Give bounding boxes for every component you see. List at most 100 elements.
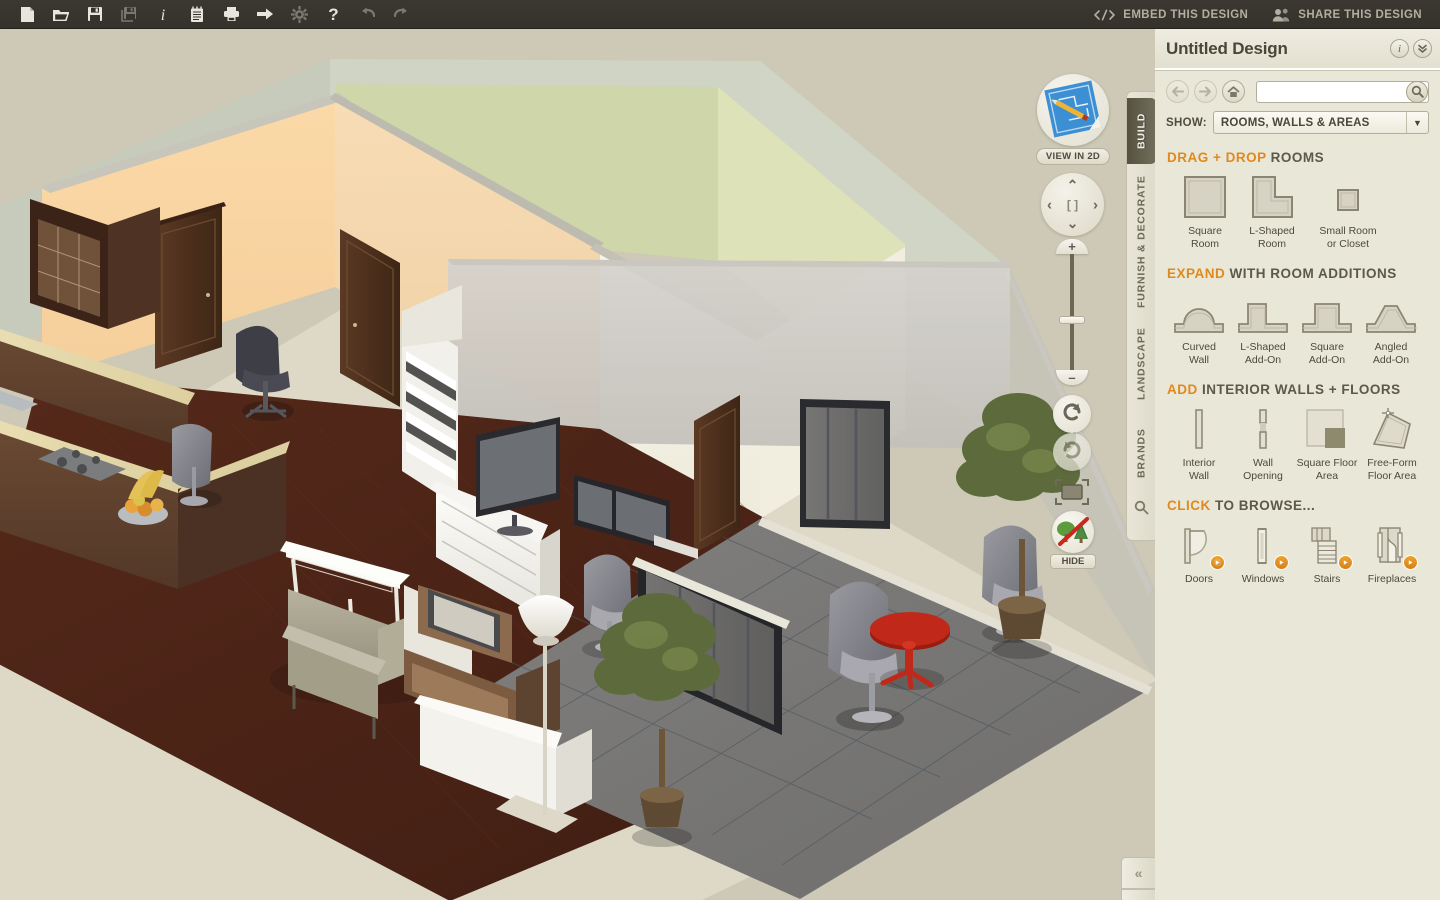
- tile-fireplaces[interactable]: Fireplaces: [1359, 522, 1425, 586]
- show-filter-row: SHOW: ROOMS, WALLS & AREAS ▼: [1166, 111, 1429, 134]
- embed-design-label: EMBED THIS DESIGN: [1123, 8, 1249, 21]
- panel-title: Untitled Design: [1166, 38, 1288, 58]
- top-toolbar: i ? EMBED THIS DESIGN SHARE THIS DESIGN: [0, 0, 1440, 29]
- tab-brands[interactable]: BRANDS: [1127, 416, 1155, 490]
- angled-addon-icon: [1363, 290, 1419, 336]
- code-brackets-icon: [1093, 8, 1116, 21]
- panel-info-button[interactable]: i: [1390, 39, 1409, 58]
- tab-build[interactable]: BUILD: [1127, 98, 1155, 164]
- tile-free-form-floor-area[interactable]: Free-Form Floor Area: [1359, 406, 1425, 482]
- share-people-icon: [1272, 8, 1291, 22]
- info-icon[interactable]: i: [146, 1, 180, 28]
- pan-center-button[interactable]: [ ]: [1067, 198, 1078, 212]
- redo-icon[interactable]: [384, 1, 418, 28]
- doors-browse-badge[interactable]: [1210, 555, 1225, 570]
- pan-up-button[interactable]: ⌃: [1067, 177, 1079, 194]
- notes-icon[interactable]: [180, 1, 214, 28]
- wall-opening-icon: [1248, 406, 1278, 452]
- design-canvas-3d[interactable]: VIEW IN 2D ⌃ ⌄ ‹ › [ ] + – HIDE BUILD FU…: [0, 29, 1155, 900]
- show-filter-select[interactable]: ROOMS, WALLS & AREAS ▼: [1212, 111, 1429, 134]
- stairs-icon: [1305, 522, 1353, 570]
- collapse-panel-up-button[interactable]: «: [1121, 857, 1155, 889]
- zoom-track[interactable]: [1059, 254, 1085, 370]
- tile-interior-wall[interactable]: Interior Wall: [1167, 406, 1231, 482]
- save-as-icon[interactable]: [112, 1, 146, 28]
- panel-search-input[interactable]: [1256, 80, 1429, 103]
- tile-caption: Fireplaces: [1367, 573, 1417, 585]
- save-icon[interactable]: [78, 1, 112, 28]
- new-file-icon[interactable]: [10, 1, 44, 28]
- help-icon[interactable]: ?: [316, 1, 350, 28]
- fireplaces-browse-badge[interactable]: [1403, 555, 1418, 570]
- panel-search-icon[interactable]: [1127, 500, 1155, 520]
- zoom-thumb[interactable]: [1059, 316, 1085, 324]
- nav-back-button[interactable]: [1166, 80, 1189, 103]
- print-icon[interactable]: [214, 1, 248, 28]
- open-folder-icon[interactable]: [44, 1, 78, 28]
- tile-caption: Square Floor Area: [1296, 457, 1358, 482]
- fit-to-view-button[interactable]: [1053, 477, 1091, 507]
- undo-icon[interactable]: [350, 1, 384, 28]
- panel-collapse-button[interactable]: [1413, 39, 1432, 58]
- tile-row-browse: Doors Windows Stairs Fireplaces: [1167, 522, 1428, 586]
- zoom-slider[interactable]: + –: [1056, 239, 1088, 385]
- pan-control[interactable]: ⌃ ⌄ ‹ › [ ]: [1041, 173, 1104, 236]
- collapse-panel-down-button[interactable]: »: [1121, 889, 1155, 900]
- chevron-down-icon[interactable]: ▼: [1406, 112, 1428, 133]
- section-title-browse: CLICK TO BROWSE...: [1167, 498, 1428, 513]
- tile-curved-wall[interactable]: Curved Wall: [1167, 290, 1231, 366]
- zoom-in-button[interactable]: +: [1056, 239, 1088, 254]
- tile-square-floor-area[interactable]: Square Floor Area: [1295, 406, 1359, 482]
- tab-landscape[interactable]: LANDSCAPE: [1127, 318, 1155, 410]
- doors-icon: [1177, 522, 1225, 570]
- tile-angled-addon[interactable]: Angled Add-On: [1359, 290, 1423, 366]
- zoom-out-button[interactable]: –: [1056, 370, 1088, 385]
- section-title-rest: WITH ROOM ADDITIONS: [1225, 266, 1397, 281]
- rotate-left-button[interactable]: [1053, 395, 1091, 433]
- tile-caption: Doors: [1184, 573, 1213, 585]
- tile-caption: Free-Form Floor Area: [1367, 457, 1417, 482]
- rotate-cw-icon: [1061, 439, 1083, 466]
- tile-caption: Wall Opening: [1243, 457, 1283, 482]
- share-design-button[interactable]: SHARE THIS DESIGN: [1262, 0, 1432, 29]
- section-title-rest: ROOMS: [1266, 150, 1325, 165]
- export-icon[interactable]: [248, 1, 282, 28]
- tile-caption: Windows: [1241, 573, 1285, 585]
- pan-right-button[interactable]: ›: [1093, 196, 1098, 213]
- tile-l-shaped-room[interactable]: L-Shaped Room: [1239, 174, 1305, 250]
- pan-down-button[interactable]: ⌄: [1067, 215, 1079, 232]
- mode-tab-strip: BUILD FURNISH & DECORATE LANDSCAPE BRAND…: [1126, 91, 1155, 541]
- show-filter-label: SHOW:: [1166, 116, 1207, 129]
- tile-caption: L-Shaped Add-On: [1240, 341, 1286, 366]
- tab-furnish-decorate[interactable]: FURNISH & DECORATE: [1127, 172, 1155, 312]
- nav-forward-button[interactable]: [1194, 80, 1217, 103]
- show-filter-value: ROOMS, WALLS & AREAS: [1220, 116, 1370, 129]
- tile-square-addon[interactable]: Square Add-On: [1295, 290, 1359, 366]
- section-title-highlight: CLICK: [1167, 498, 1211, 513]
- pan-left-button[interactable]: ‹: [1047, 196, 1052, 213]
- tile-windows[interactable]: Windows: [1231, 522, 1295, 586]
- hide-trees-icon: [1052, 511, 1094, 553]
- windows-browse-badge[interactable]: [1274, 555, 1289, 570]
- hide-landscape-button[interactable]: HIDE: [1050, 511, 1096, 569]
- embed-design-button[interactable]: EMBED THIS DESIGN: [1083, 0, 1258, 29]
- view-in-2d-button[interactable]: VIEW IN 2D: [1036, 74, 1110, 165]
- rotate-right-button[interactable]: [1053, 433, 1091, 471]
- toolbar-icon-group: i ?: [0, 1, 418, 28]
- stairs-browse-badge[interactable]: [1338, 555, 1353, 570]
- settings-gear-icon[interactable]: [282, 1, 316, 28]
- curved-wall-icon: [1171, 290, 1227, 336]
- tile-caption: L-Shaped Room: [1249, 225, 1295, 250]
- tile-doors[interactable]: Doors: [1167, 522, 1231, 586]
- panel-header: Untitled Design i: [1155, 29, 1440, 70]
- panel-search-submit-icon[interactable]: [1406, 80, 1428, 103]
- tile-row-additions: Curved Wall L-Shaped Add-On Square Add-O…: [1167, 290, 1428, 366]
- tile-l-shaped-addon[interactable]: L-Shaped Add-On: [1231, 290, 1295, 366]
- tile-square-room[interactable]: Square Room: [1171, 174, 1239, 250]
- tile-stairs[interactable]: Stairs: [1295, 522, 1359, 586]
- view-in-2d-label: VIEW IN 2D: [1036, 148, 1110, 165]
- tile-wall-opening[interactable]: Wall Opening: [1231, 406, 1295, 482]
- tile-caption: Curved Wall: [1182, 341, 1216, 366]
- tile-small-room[interactable]: Small Room or Closet: [1305, 174, 1391, 250]
- nav-home-button[interactable]: [1222, 80, 1245, 103]
